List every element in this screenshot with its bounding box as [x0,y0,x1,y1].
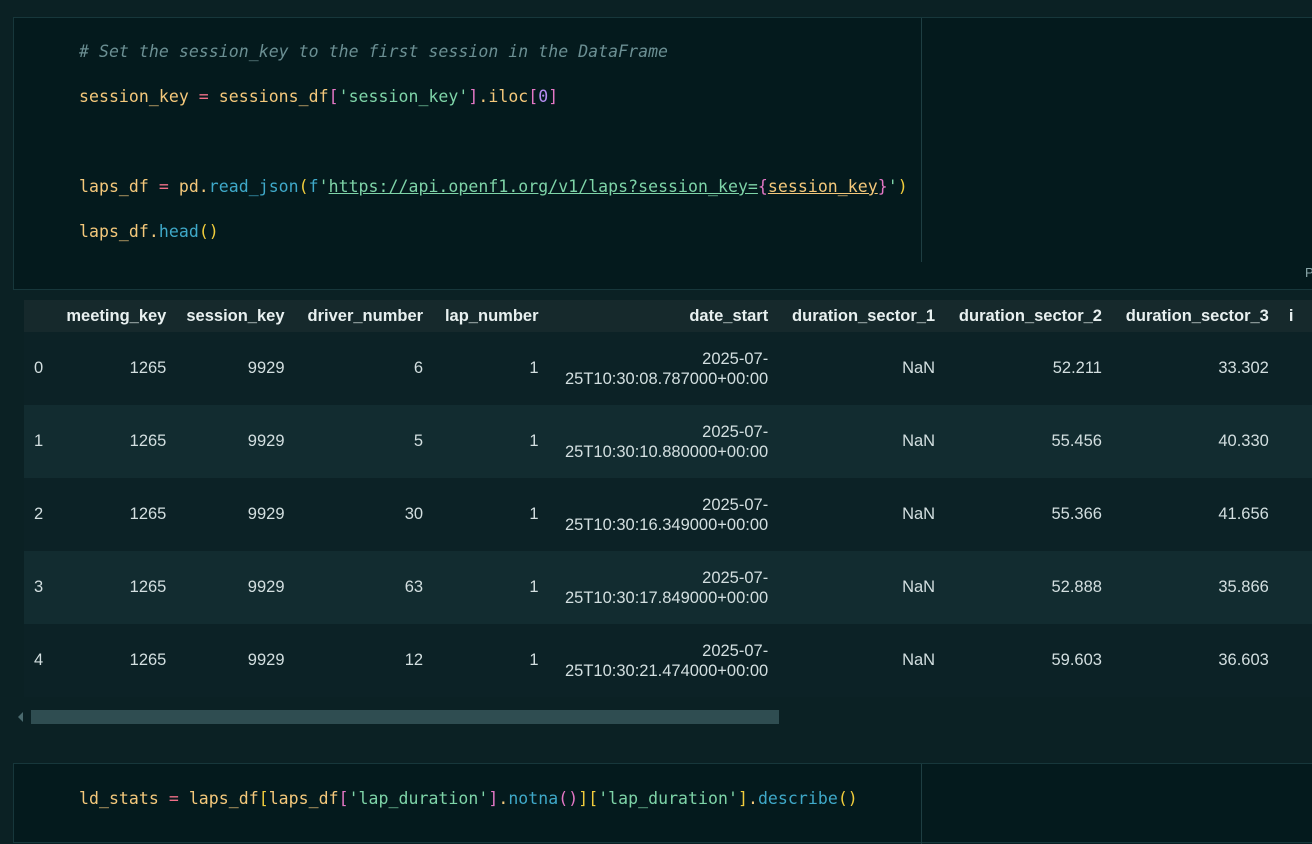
cell-sector-3: 41.656 [1111,478,1279,551]
cell-sector-1: NaN [778,624,946,697]
cell-sector-2: 52.211 [945,332,1112,405]
col-duration-sector-1: duration_sector_1 [778,300,946,332]
col-driver-number: driver_number [294,300,434,332]
cell-date-start: 2025-07- 25T10:30:10.880000+00:00 [548,405,779,478]
cell-driver-number: 12 [294,624,434,697]
code-cell-laps[interactable]: # Set the session_key to the first sessi… [13,17,1312,290]
cell-lap-number: 1 [433,478,549,551]
col-truncated: i [1278,300,1312,332]
code-cell-ld-stats[interactable]: ld_stats = laps_df[laps_df['lap_duration… [13,763,1312,844]
cell-truncated [1278,624,1312,697]
dataframe-table: meeting_key session_key driver_number la… [24,300,1312,697]
cell-sector-1: NaN [778,478,946,551]
cell-sector-2: 55.366 [945,478,1112,551]
cell-truncated [1278,551,1312,624]
code-line-ld-stats: ld_stats = laps_df[laps_df['lap_duration… [79,789,858,808]
row-index: 3 [24,551,54,624]
row-index: 1 [24,405,54,478]
table-row: 3 1265 9929 63 1 2025-07- 25T10:30:17.849… [24,551,1312,624]
scrollbar-thumb[interactable] [31,710,779,724]
cell-meeting-key: 1265 [53,332,177,405]
line-length-ruler [921,764,922,844]
cell-driver-number: 6 [294,332,434,405]
cell-lap-number: 1 [433,624,549,697]
horizontal-scrollbar[interactable] [18,710,780,724]
cell-driver-number: 63 [294,551,434,624]
cell-sector-2: 55.456 [945,405,1112,478]
code-comment: # Set the session_key to the first sessi… [79,42,669,61]
scroll-left-arrow-icon[interactable] [18,712,23,722]
col-index [24,300,54,332]
cell-meeting-key: 1265 [53,405,177,478]
cell-date-start: 2025-07- 25T10:30:21.474000+00:00 [548,624,779,697]
cell-truncated [1278,405,1312,478]
cell-meeting-key: 1265 [53,551,177,624]
cell-session-key: 9929 [176,551,295,624]
col-duration-sector-3: duration_sector_3 [1111,300,1279,332]
col-duration-sector-2: duration_sector_2 [945,300,1112,332]
cell-sector-1: NaN [778,551,946,624]
cell-truncated [1278,332,1312,405]
table-row: 0 1265 9929 6 1 2025-07- 25T10:30:08.7870… [24,332,1312,405]
col-date-start: date_start [548,300,779,332]
cell-lap-number: 1 [433,405,549,478]
cell-session-key: 9929 [176,405,295,478]
cell-sector-2: 59.603 [945,624,1112,697]
api-url-link[interactable]: https://api.openf1.org/v1/laps?session_k… [329,177,758,196]
cell-sector-2: 52.888 [945,551,1112,624]
table-header-row: meeting_key session_key driver_number la… [24,300,1312,332]
col-lap-number: lap_number [433,300,549,332]
code-line-session-key: session_key = sessions_df['session_key']… [79,87,559,106]
table-row: 2 1265 9929 30 1 2025-07- 25T10:30:16.349… [24,478,1312,551]
cell-date-start: 2025-07- 25T10:30:08.787000+00:00 [548,332,779,405]
col-session-key: session_key [176,300,295,332]
cell-date-start: 2025-07- 25T10:30:16.349000+00:00 [548,478,779,551]
cell-lap-number: 1 [433,551,549,624]
table-row: 1 1265 9929 5 1 2025-07- 25T10:30:10.8800… [24,405,1312,478]
cell-sector-3: 33.302 [1111,332,1279,405]
row-index: 4 [24,624,54,697]
cell-sector-1: NaN [778,332,946,405]
cell-session-key: 9929 [176,478,295,551]
row-index: 0 [24,332,54,405]
cell-sector-3: 36.603 [1111,624,1279,697]
col-meeting-key: meeting_key [53,300,177,332]
line-length-ruler [921,18,922,262]
cell-date-start: 2025-07- 25T10:30:17.849000+00:00 [548,551,779,624]
row-index: 2 [24,478,54,551]
cell-truncated [1278,478,1312,551]
cell-meeting-key: 1265 [53,624,177,697]
code-line-read-json: laps_df = pd.read_json(f'https://api.ope… [79,177,908,196]
code-line-head: laps_df.head() [79,222,219,241]
cell-sector-3: 35.866 [1111,551,1279,624]
corner-label: P [1305,265,1312,280]
cell-sector-1: NaN [778,405,946,478]
cell-lap-number: 1 [433,332,549,405]
cell-meeting-key: 1265 [53,478,177,551]
cell-session-key: 9929 [176,624,295,697]
cell-driver-number: 5 [294,405,434,478]
table-row: 4 1265 9929 12 1 2025-07- 25T10:30:21.474… [24,624,1312,697]
dataframe-output: meeting_key session_key driver_number la… [24,300,1312,700]
cell-session-key: 9929 [176,332,295,405]
cell-sector-3: 40.330 [1111,405,1279,478]
cell-driver-number: 30 [294,478,434,551]
